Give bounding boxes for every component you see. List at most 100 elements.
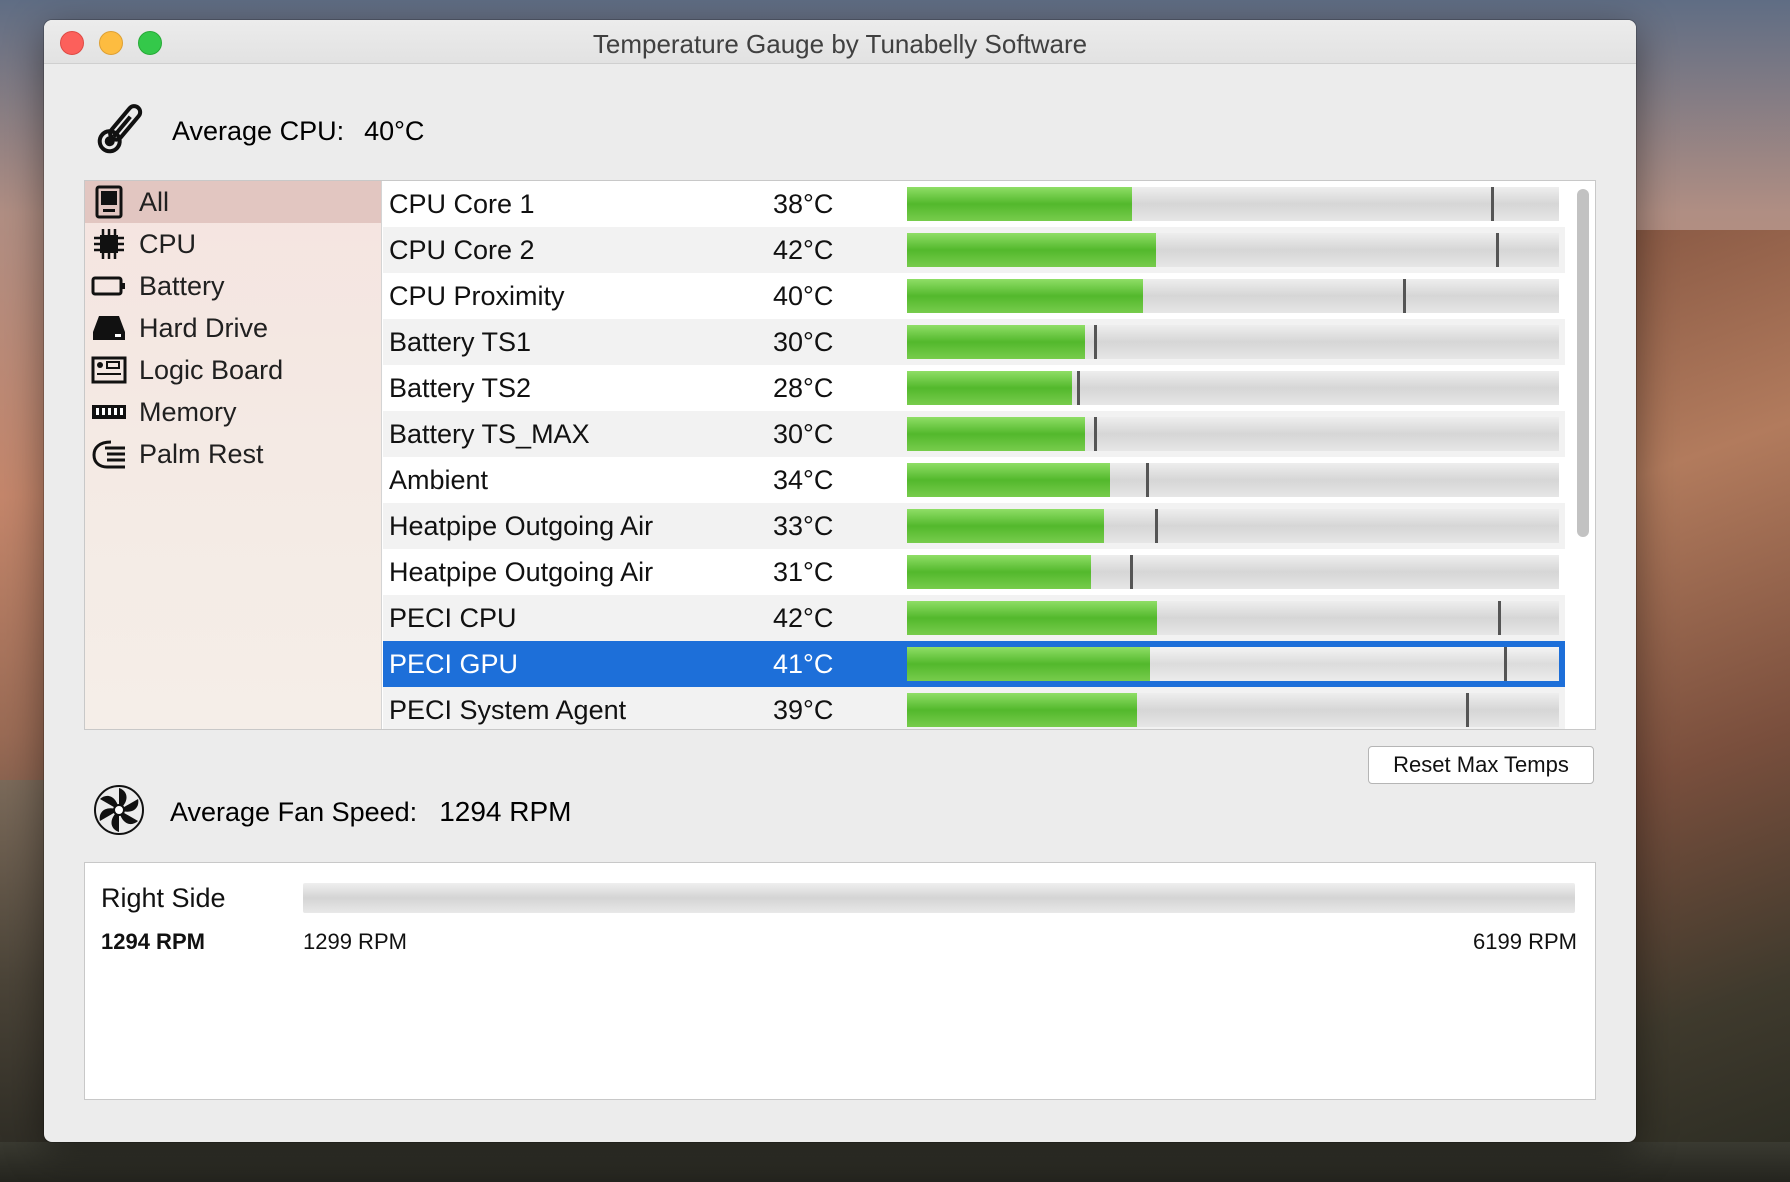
sidebar-item-label: Memory [139, 396, 237, 427]
battery-icon [91, 269, 127, 303]
sensor-name: PECI CPU [389, 603, 517, 633]
sidebar-item-hard-drive[interactable]: Hard Drive [85, 307, 381, 349]
sensor-row[interactable]: Battery TS_MAX 30°C [383, 411, 1565, 457]
desktop-hills [0, 780, 50, 1182]
temperature-bar-fill [907, 371, 1072, 405]
sensor-temp: 31°C [773, 557, 834, 587]
reset-max-temps-button[interactable]: Reset Max Temps [1368, 746, 1594, 784]
desktop-trees [0, 1142, 1790, 1182]
sidebar-item-memory[interactable]: Memory [85, 391, 381, 433]
memory-icon [91, 395, 127, 429]
window-title: Temperature Gauge by Tunabelly Software [592, 29, 1088, 59]
sensor-row[interactable]: PECI CPU 42°C [383, 595, 1565, 641]
max-temp-marker [1498, 601, 1501, 635]
temperature-bar-fill [907, 601, 1157, 635]
sensor-temp: 30°C [773, 327, 834, 357]
sensor-temp: 33°C [773, 511, 834, 541]
desktop-cliff [1620, 230, 1790, 1182]
sensor-name: PECI System Agent [389, 695, 627, 725]
sensor-temp: 40°C [773, 281, 834, 311]
palm-rest-icon [91, 437, 127, 471]
max-temp-marker [1491, 187, 1494, 221]
temperature-bar [907, 601, 1559, 635]
sensor-row[interactable]: Ambient 34°C [383, 457, 1565, 503]
sidebar-item-label: Battery [139, 270, 225, 301]
title-bar[interactable]: Temperature Gauge by Tunabelly Software [44, 20, 1636, 64]
sensor-temp: 41°C [773, 649, 834, 679]
sidebar-item-label: Logic Board [139, 354, 284, 385]
average-cpu-value: 40°C [364, 115, 425, 146]
sidebar-item-all[interactable]: All [85, 181, 381, 223]
fan-current-rpm: 1294 RPM [101, 929, 205, 954]
temperature-bar [907, 279, 1559, 313]
sidebar-item-palm-rest[interactable]: Palm Rest [85, 433, 381, 475]
temperature-bar-fill [907, 233, 1156, 267]
cpu-summary: Average CPU: 40°C [92, 96, 424, 166]
temperature-bar [907, 187, 1559, 221]
temperature-bar [904, 644, 1562, 684]
fan-name: Right Side [101, 883, 226, 913]
sensor-row[interactable]: CPU Core 2 42°C [383, 227, 1565, 273]
sensor-category-sidebar: All CPU Battery Hard Drive Logic Board M… [85, 181, 382, 729]
sidebar-item-logic-board[interactable]: Logic Board [85, 349, 381, 391]
computer-icon [91, 185, 127, 219]
temperature-bar [907, 371, 1559, 405]
max-temp-marker [1466, 693, 1469, 727]
sensor-row[interactable]: CPU Core 1 38°C [383, 181, 1565, 227]
sensor-name: Battery TS1 [389, 327, 532, 357]
sensor-list[interactable]: CPU Core 1 38°C CPU Core 2 42°C CPU Proximit… [383, 181, 1565, 729]
hard-drive-icon [91, 311, 127, 345]
chip-icon [91, 227, 127, 261]
temperature-bar [907, 325, 1559, 359]
sensor-row[interactable]: PECI System Agent 39°C [383, 687, 1565, 729]
thermometer-icon [92, 99, 148, 164]
temperature-bar [907, 417, 1559, 451]
temperature-bar-fill [907, 647, 1150, 681]
sidebar-item-label: Hard Drive [139, 312, 269, 343]
sensor-name: Ambient [389, 465, 489, 495]
sidebar-item-label: CPU [139, 228, 197, 259]
temperature-bar-fill [907, 417, 1085, 451]
average-fan-speed-label: Average Fan Speed: [170, 796, 418, 827]
max-temp-marker [1094, 325, 1097, 359]
temperature-bar-fill [907, 463, 1110, 497]
sensor-temp: 39°C [773, 695, 834, 725]
sensor-temp: 28°C [773, 373, 834, 403]
sensor-row[interactable]: PECI GPU 41°C [383, 641, 1565, 687]
temperature-bar-fill [907, 555, 1091, 589]
sensor-list-scrollbar[interactable] [1575, 187, 1591, 721]
sensor-name: CPU Core 1 [389, 189, 535, 219]
fan-speed-bar [303, 883, 1575, 913]
sensor-temp: 34°C [773, 465, 834, 495]
sensor-name: CPU Proximity [389, 281, 565, 311]
fan-min-rpm: 1299 RPM [303, 929, 407, 954]
temperature-bar-fill [907, 187, 1132, 221]
sensor-temp: 38°C [773, 189, 834, 219]
temperature-bar-fill [907, 279, 1143, 313]
temperature-bar [907, 555, 1559, 589]
sensor-name: CPU Core 2 [389, 235, 535, 265]
sensor-row[interactable]: Heatpipe Outgoing Air 31°C [383, 549, 1565, 595]
fan-max-rpm: 6199 RPM [1473, 929, 1577, 954]
sensor-row[interactable]: Heatpipe Outgoing Air 33°C [383, 503, 1565, 549]
app-window: Temperature Gauge by Tunabelly Software … [44, 20, 1636, 1142]
max-temp-marker [1496, 233, 1499, 267]
sensor-temp: 42°C [773, 603, 834, 633]
sidebar-item-cpu[interactable]: CPU [85, 223, 381, 265]
max-temp-marker [1155, 509, 1158, 543]
temperature-bar [907, 693, 1559, 727]
temperature-bar [907, 233, 1559, 267]
sensor-name: Battery TS2 [389, 373, 532, 403]
sensor-temp: 30°C [773, 419, 834, 449]
sensor-name: Heatpipe Outgoing Air [389, 511, 654, 541]
sidebar-item-battery[interactable]: Battery [85, 265, 381, 307]
sensor-row[interactable]: Battery TS1 30°C [383, 319, 1565, 365]
max-temp-marker [1146, 463, 1149, 497]
temperature-bar [907, 463, 1559, 497]
sensor-row[interactable]: Battery TS2 28°C [383, 365, 1565, 411]
temperature-bar-fill [907, 325, 1085, 359]
scrollbar-thumb[interactable] [1577, 189, 1589, 537]
average-fan-speed-value: 1294 RPM [439, 796, 572, 827]
sensor-row[interactable]: CPU Proximity 40°C [383, 273, 1565, 319]
max-temp-marker [1077, 371, 1080, 405]
